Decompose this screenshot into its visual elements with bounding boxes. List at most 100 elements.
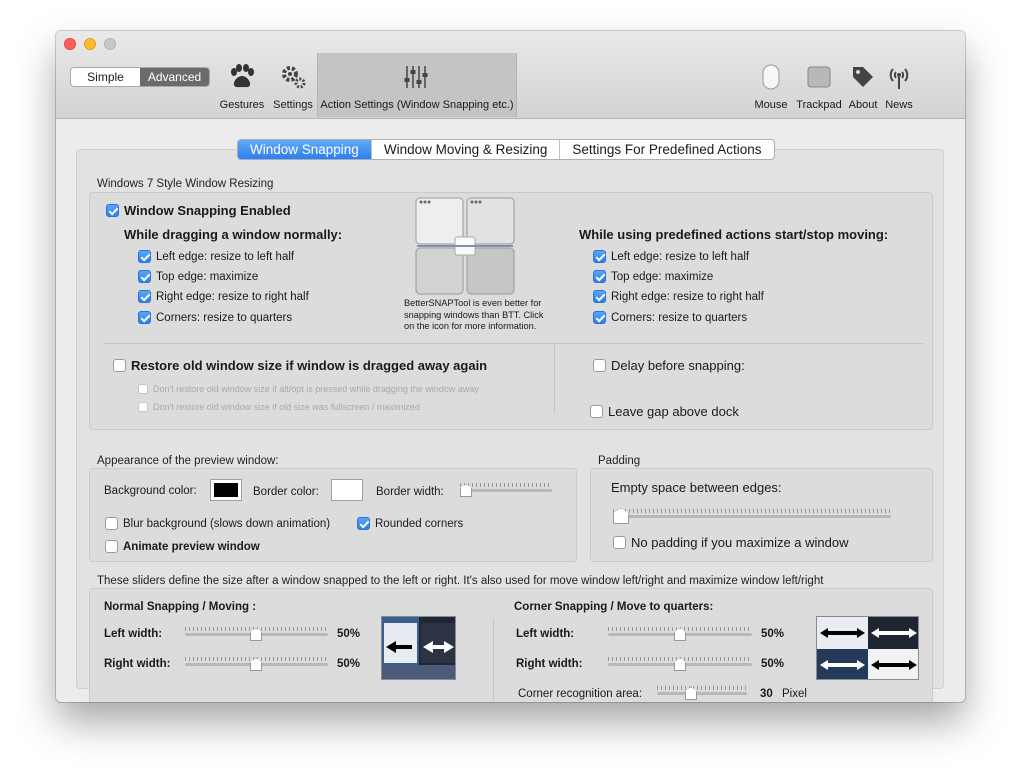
restore-fullscreen-checkbox[interactable]: Don't restore old window size if old siz… (138, 402, 420, 412)
drag-right-edge-label: Right edge: resize to right half (156, 290, 309, 303)
corner-right-width-label: Right width: (516, 658, 583, 670)
snap-section-title: Windows 7 Style Window Resizing (97, 178, 274, 190)
delay-snapping-checkbox[interactable]: Delay before snapping: (593, 358, 745, 373)
window-snapping-enabled-checkbox[interactable]: Window Snapping Enabled (106, 203, 291, 218)
predef-right-edge-checkbox[interactable]: Right edge: resize to right half (593, 290, 764, 303)
rounded-corners-box[interactable] (357, 517, 370, 530)
tab-bar: Window Snapping Window Moving & Resizing… (237, 139, 775, 160)
advanced-mode-button[interactable]: Advanced (140, 68, 209, 86)
animate-preview-box[interactable] (105, 540, 118, 553)
border-color-well[interactable] (331, 479, 363, 501)
predef-left-edge-box[interactable] (593, 250, 606, 263)
predef-top-edge-box[interactable] (593, 270, 606, 283)
trackpad-icon (803, 61, 835, 93)
predef-left-edge-label: Left edge: resize to left half (611, 250, 750, 263)
delay-snapping-label: Delay before snapping: (611, 358, 745, 373)
no-padding-checkbox[interactable]: No padding if you maximize a window (613, 535, 849, 550)
restore-size-label: Restore old window size if window is dra… (131, 358, 488, 373)
border-color-swatch (335, 483, 359, 497)
blur-background-box[interactable] (105, 517, 118, 530)
border-color-label: Border color: (253, 486, 319, 498)
toolbar-gestures[interactable]: Gestures (216, 53, 268, 117)
corner-right-width-slider[interactable] (608, 657, 752, 671)
window-snapping-panel: Windows 7 Style Window Resizing Window S… (76, 149, 944, 702)
leave-gap-box[interactable] (590, 405, 603, 418)
drag-right-edge-box[interactable] (138, 290, 151, 303)
restore-fullscreen-box[interactable] (138, 402, 148, 412)
corner-area-label: Corner recognition area: (518, 688, 643, 700)
restore-size-checkbox[interactable]: Restore old window size if window is dra… (113, 358, 487, 373)
border-width-slider[interactable] (460, 483, 552, 497)
predef-corners-box[interactable] (593, 311, 606, 324)
normal-snapping-preview-image (381, 616, 456, 680)
mouse-icon (755, 61, 787, 93)
preview-section-title: Appearance of the preview window: (97, 455, 279, 467)
simple-mode-button[interactable]: Simple (71, 68, 140, 86)
padding-track (613, 515, 891, 518)
corner-area-unit: Pixel (782, 688, 807, 700)
normal-snapping-header: Normal Snapping / Moving : (104, 601, 257, 613)
normal-left-width-value: 50% (337, 628, 361, 640)
no-padding-box[interactable] (613, 536, 626, 549)
corner-area-slider[interactable] (657, 686, 747, 700)
toolbar-action-settings[interactable]: Action Settings (Window Snapping etc.) (317, 53, 517, 117)
restore-alt-checkbox[interactable]: Don't restore old window size if alt/opt… (138, 384, 479, 394)
toolbar-mouse[interactable]: Mouse (750, 53, 792, 117)
tab-window-snapping[interactable]: Window Snapping (238, 140, 372, 159)
window-snapping-enabled-box[interactable] (106, 204, 119, 217)
corner-area-ticks (657, 686, 747, 690)
normal-right-width-slider[interactable] (185, 657, 328, 671)
toolbar: Simple Advanced Gestures Settings Action… (56, 31, 965, 119)
drag-left-edge-checkbox[interactable]: Left edge: resize to left half (138, 250, 294, 263)
blur-background-checkbox[interactable]: Blur background (slows down animation) (105, 517, 330, 530)
predef-corners-checkbox[interactable]: Corners: resize to quarters (593, 311, 747, 324)
corner-area-value: 30 (760, 688, 773, 700)
drag-left-edge-box[interactable] (138, 250, 151, 263)
zoom-window-button[interactable] (104, 38, 116, 50)
toolbar-action-settings-label: Action Settings (Window Snapping etc.) (320, 99, 514, 111)
restore-size-box[interactable] (113, 359, 126, 372)
toolbar-trackpad[interactable]: Trackpad (794, 53, 844, 117)
predef-left-edge-checkbox[interactable]: Left edge: resize to left half (593, 250, 749, 263)
drag-corners-checkbox[interactable]: Corners: resize to quarters (138, 311, 292, 324)
toolbar-gestures-label: Gestures (219, 99, 265, 111)
drag-top-edge-checkbox[interactable]: Top edge: maximize (138, 270, 258, 283)
drag-top-edge-label: Top edge: maximize (156, 270, 259, 283)
close-window-button[interactable] (64, 38, 76, 50)
drag-corners-box[interactable] (138, 311, 151, 324)
gears-icon (277, 61, 309, 93)
minimize-window-button[interactable] (84, 38, 96, 50)
corner-left-width-value: 50% (761, 628, 785, 640)
tab-predefined-actions[interactable]: Settings For Predefined Actions (560, 140, 773, 159)
drag-right-edge-checkbox[interactable]: Right edge: resize to right half (138, 290, 309, 303)
rounded-corners-checkbox[interactable]: Rounded corners (357, 517, 463, 530)
leave-gap-checkbox[interactable]: Leave gap above dock (590, 404, 739, 419)
window-snapping-enabled-label: Window Snapping Enabled (124, 203, 291, 218)
tab-window-moving-resizing[interactable]: Window Moving & Resizing (372, 140, 561, 159)
paw-icon (226, 61, 258, 93)
padding-section-title: Padding (598, 455, 641, 467)
padding-slider[interactable] (613, 508, 891, 524)
delay-snapping-box[interactable] (593, 359, 606, 372)
corner-left-width-slider[interactable] (608, 627, 752, 641)
predef-corners-label: Corners: resize to quarters (611, 311, 748, 324)
broadcast-antenna-icon (883, 61, 915, 93)
toolbar-settings[interactable]: Settings (270, 53, 316, 117)
predef-right-edge-box[interactable] (593, 290, 606, 303)
normal-left-width-slider[interactable] (185, 627, 328, 641)
drag-top-edge-box[interactable] (138, 270, 151, 283)
rounded-corners-label: Rounded corners (375, 517, 464, 530)
drag-left-edge-label: Left edge: resize to left half (156, 250, 295, 263)
normal-right-width-value: 50% (337, 658, 361, 670)
padding-ticks (613, 509, 891, 513)
bettersnaptool-icon[interactable] (415, 197, 515, 295)
animate-preview-checkbox[interactable]: Animate preview window (105, 540, 260, 553)
toolbar-about[interactable]: About (846, 53, 880, 117)
bg-color-well[interactable] (210, 479, 242, 501)
corner-right-width-value: 50% (761, 658, 785, 670)
restore-alt-box[interactable] (138, 384, 148, 394)
dragging-header: While dragging a window normally: (124, 227, 343, 242)
toolbar-news[interactable]: News (882, 53, 916, 117)
predef-top-edge-checkbox[interactable]: Top edge: maximize (593, 270, 713, 283)
restore-fullscreen-label: Don't restore old window size if old siz… (153, 402, 420, 412)
